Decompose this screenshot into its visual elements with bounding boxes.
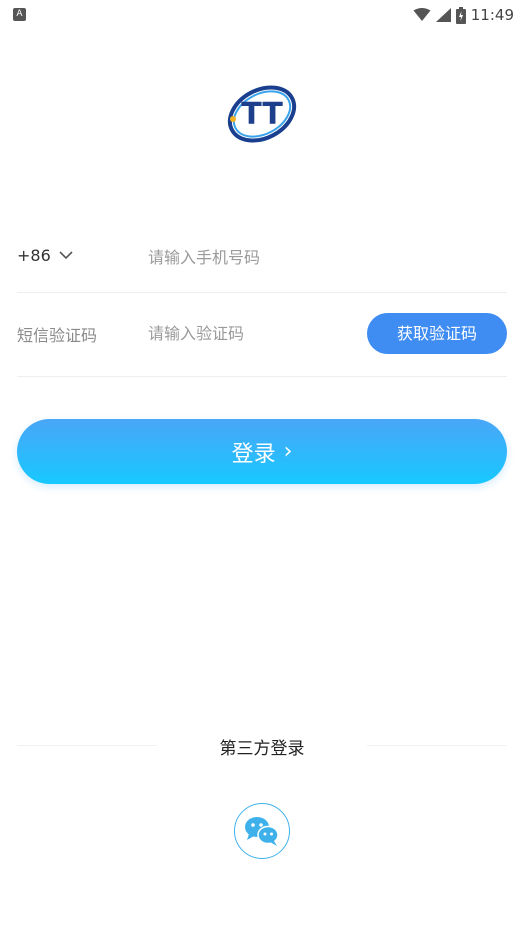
status-bar: A 11:49 bbox=[0, 0, 524, 30]
code-row: 短信验证码 获取验证码 bbox=[17, 300, 507, 377]
wifi-icon bbox=[413, 8, 431, 21]
app-logo: TT bbox=[227, 85, 297, 143]
wechat-login-button[interactable] bbox=[234, 803, 290, 859]
status-right-group: 11:49 bbox=[413, 4, 514, 26]
phone-row: +86 bbox=[17, 232, 507, 293]
login-button-label: 登录 bbox=[231, 441, 276, 467]
sms-code-input[interactable] bbox=[148, 322, 348, 344]
battery-icon bbox=[455, 6, 466, 24]
sms-code-label: 短信验证码 bbox=[17, 326, 98, 345]
third-party-title: 第三方登录 bbox=[219, 739, 305, 759]
chevron-right-icon: › bbox=[283, 439, 293, 464]
login-button[interactable]: 登录 › bbox=[17, 419, 507, 484]
cell-signal-icon bbox=[435, 8, 451, 22]
country-code-label: +86 bbox=[17, 246, 51, 265]
get-code-button[interactable]: 获取验证码 bbox=[367, 313, 507, 354]
wechat-icon bbox=[245, 817, 279, 846]
status-time: 11:49 bbox=[470, 6, 514, 24]
third-party-section: 第三方登录 bbox=[0, 730, 524, 760]
notification-app-icon: A bbox=[13, 8, 26, 21]
chevron-down-icon bbox=[59, 251, 73, 260]
country-code-selector[interactable]: +86 bbox=[17, 246, 73, 265]
phone-input[interactable] bbox=[148, 246, 348, 268]
svg-text:TT: TT bbox=[241, 97, 283, 132]
